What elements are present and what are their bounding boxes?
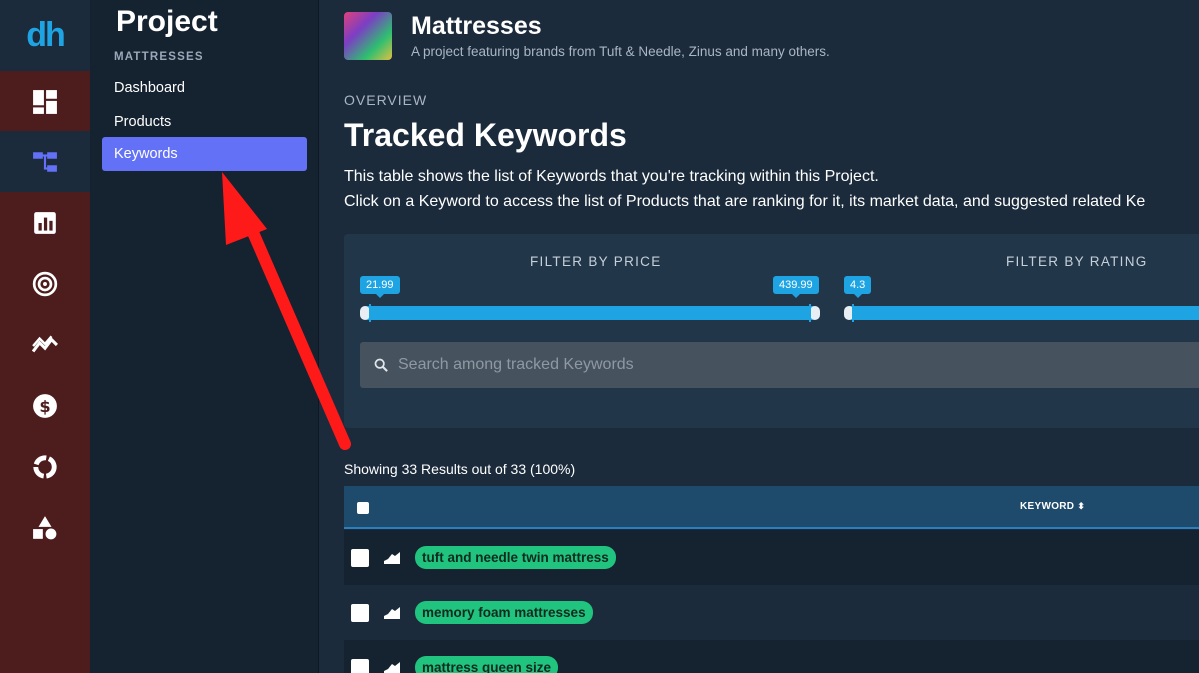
sidebar-subtitle: MATTRESSES	[114, 51, 204, 63]
table-row[interactable]: mattress queen size	[344, 640, 1199, 673]
rail-item-target[interactable]	[0, 253, 90, 314]
rail-item-revenue[interactable]: $	[0, 375, 90, 436]
sidebar-item-dashboard[interactable]: Dashboard	[102, 71, 307, 105]
table-row[interactable]: tuft and needle twin mattress	[344, 530, 1199, 585]
trend-icon	[32, 335, 58, 352]
app-logo[interactable]: dh	[0, 0, 90, 71]
intro-text-line2: Click on a Keyword to access the list of…	[344, 193, 1146, 210]
donut-icon	[33, 454, 57, 479]
sidebar-item-products[interactable]: Products	[102, 105, 307, 139]
bar-chart-icon	[34, 211, 56, 234]
project-sidebar: Project MATTRESSES Dashboard Products Ke…	[90, 0, 319, 673]
page-title: Tracked Keywords	[344, 117, 627, 153]
project-description: A project featuring brands from Tuft & N…	[411, 44, 830, 59]
price-min-badge: 21.99	[360, 276, 400, 298]
rail-item-market-share[interactable]	[0, 436, 90, 497]
svg-text:$: $	[39, 396, 50, 415]
table-header: KEYWORD ⬍	[344, 486, 1199, 529]
project-tree-icon	[33, 151, 57, 172]
keyword-search-box[interactable]	[360, 342, 1199, 388]
price-slider-max-marker	[809, 304, 811, 322]
rank-trend-icon	[384, 552, 400, 564]
results-count: Showing 33 Results out of 33 (100%)	[344, 461, 576, 477]
price-slider-min-marker	[369, 304, 371, 322]
search-icon	[374, 358, 388, 372]
rating-filter-label: FILTER BY RATING	[1006, 254, 1148, 269]
sidebar-item-keywords[interactable]: Keywords	[102, 137, 307, 171]
rating-min-badge: 4.3	[844, 276, 872, 298]
row-checkbox[interactable]	[351, 604, 369, 622]
keyword-pill[interactable]: memory foam mattresses	[415, 601, 593, 624]
section-label: OVERVIEW	[344, 92, 428, 108]
rail-item-analytics[interactable]	[0, 192, 90, 253]
dashboard-grid-icon	[33, 89, 57, 114]
rank-trend-icon	[384, 662, 400, 673]
keyword-column-header[interactable]: KEYWORD ⬍	[1020, 501, 1085, 512]
table-row[interactable]: memory foam mattresses	[344, 585, 1199, 640]
select-all-checkbox[interactable]	[357, 502, 369, 514]
project-thumbnail	[344, 12, 392, 60]
rail-item-projects[interactable]	[0, 131, 90, 192]
intro-text-line1: This table shows the list of Keywords th…	[344, 168, 879, 185]
sidebar-title: Project	[116, 5, 218, 38]
row-checkbox[interactable]	[351, 659, 369, 673]
shapes-icon	[33, 515, 57, 539]
target-icon	[32, 271, 58, 296]
sort-icon: ⬍	[1077, 501, 1086, 511]
keyword-search-input[interactable]	[398, 356, 1098, 374]
rail-item-dashboard[interactable]	[0, 71, 90, 132]
price-slider-max-handle[interactable]	[810, 306, 820, 320]
rank-trend-icon	[384, 607, 400, 619]
main-content: Mattresses A project featuring brands fr…	[320, 0, 1199, 673]
price-filter-label: FILTER BY PRICE	[530, 254, 662, 269]
rating-slider-track[interactable]	[844, 306, 1199, 320]
rating-slider-min-marker	[852, 304, 854, 322]
price-max-badge: 439.99	[773, 276, 819, 298]
icon-rail: dh $	[0, 0, 90, 673]
dollar-icon: $	[33, 393, 57, 418]
rail-item-trends[interactable]	[0, 314, 90, 375]
keyword-pill[interactable]: tuft and needle twin mattress	[415, 546, 616, 569]
project-name: Mattresses	[411, 12, 542, 40]
price-slider-track[interactable]	[360, 306, 820, 320]
row-checkbox[interactable]	[351, 549, 369, 567]
rail-item-categories[interactable]	[0, 497, 90, 558]
keyword-pill[interactable]: mattress queen size	[415, 656, 559, 673]
filter-panel: FILTER BY PRICE 21.99 439.99 FILTER BY R…	[344, 234, 1199, 428]
